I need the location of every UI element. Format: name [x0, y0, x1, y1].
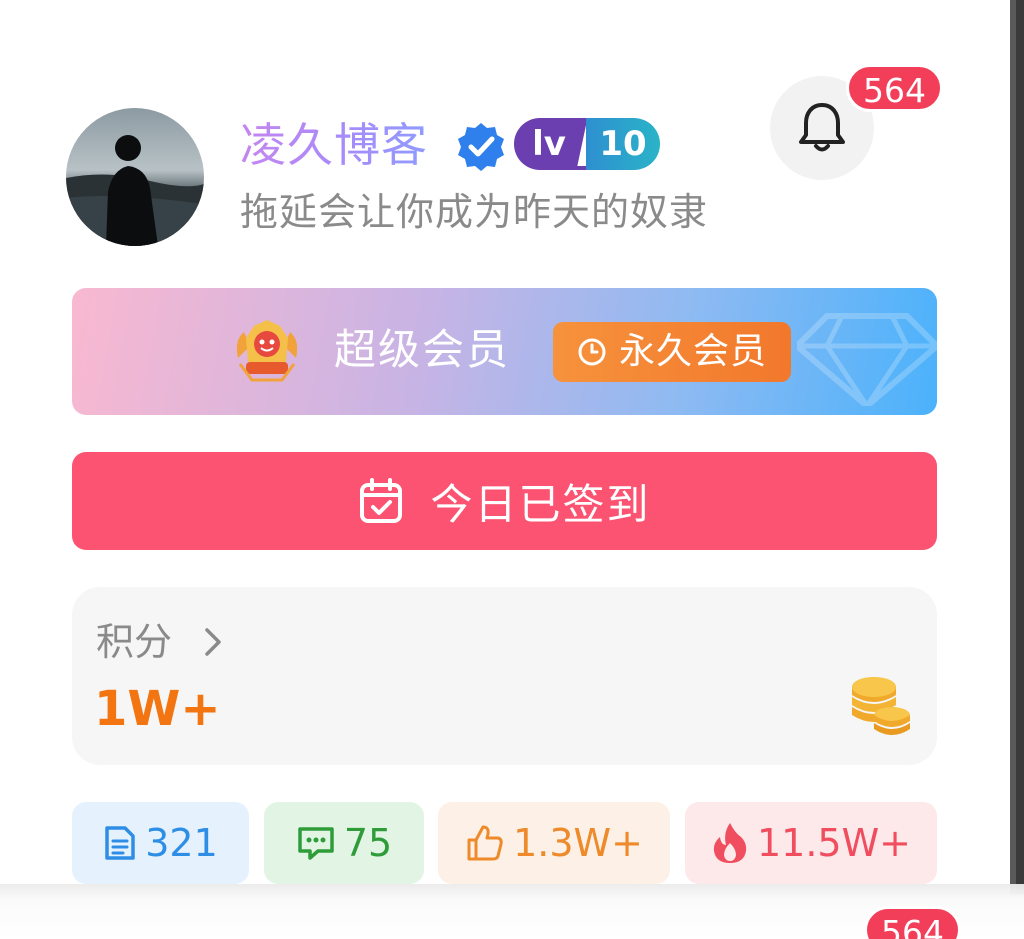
clock-icon — [578, 338, 606, 366]
document-icon — [105, 826, 135, 860]
chevron-right-icon — [205, 628, 221, 656]
stat-likes-value: 1.3W+ — [513, 821, 643, 865]
vip-tag-label: 永久会员 — [619, 331, 768, 372]
bell-icon — [799, 103, 845, 152]
stat-hot[interactable]: 11.5W+ — [685, 802, 937, 884]
stat-comments-value: 75 — [343, 821, 393, 865]
signin-label: 今日已签到 — [430, 479, 651, 529]
fire-icon — [713, 823, 747, 863]
points-value: 1W+ — [94, 681, 221, 737]
background-page-edge — [1010, 0, 1024, 895]
calendar-check-icon — [360, 478, 403, 523]
vip-title: 超级会员 — [334, 325, 511, 374]
avatar[interactable] — [66, 108, 204, 246]
profile-motto: 拖延会让你成为昨天的奴隶 — [240, 190, 709, 234]
notification-count-badge: 564 — [846, 64, 943, 112]
thumbs-up-icon — [467, 825, 503, 861]
stat-posts[interactable]: 321 — [72, 802, 249, 884]
signin-button[interactable]: 今日已签到 — [72, 452, 937, 550]
crown-icon — [236, 320, 298, 382]
stat-comments[interactable]: 75 — [264, 802, 424, 884]
level-prefix: lv — [532, 124, 566, 164]
points-card[interactable]: 积分 1W+ — [72, 587, 937, 765]
stat-hot-value: 11.5W+ — [756, 821, 912, 865]
diamond-watermark-icon — [797, 313, 937, 406]
profile-name: 凌久博客 — [240, 114, 428, 176]
level-badge: lv 10 — [514, 118, 660, 170]
coins-icon — [852, 677, 910, 735]
verified-check-icon — [454, 120, 508, 174]
stat-posts-value: 321 — [145, 821, 218, 865]
vip-banner[interactable]: 超级会员 永久会员 — [72, 288, 937, 415]
stat-likes[interactable]: 1.3W+ — [438, 802, 670, 884]
bottom-notification-badge: 564 — [864, 906, 961, 939]
vip-tag: 永久会员 — [553, 322, 791, 382]
points-title: 积分 — [96, 620, 173, 664]
level-number: 10 — [586, 118, 660, 170]
comment-icon — [298, 827, 334, 860]
